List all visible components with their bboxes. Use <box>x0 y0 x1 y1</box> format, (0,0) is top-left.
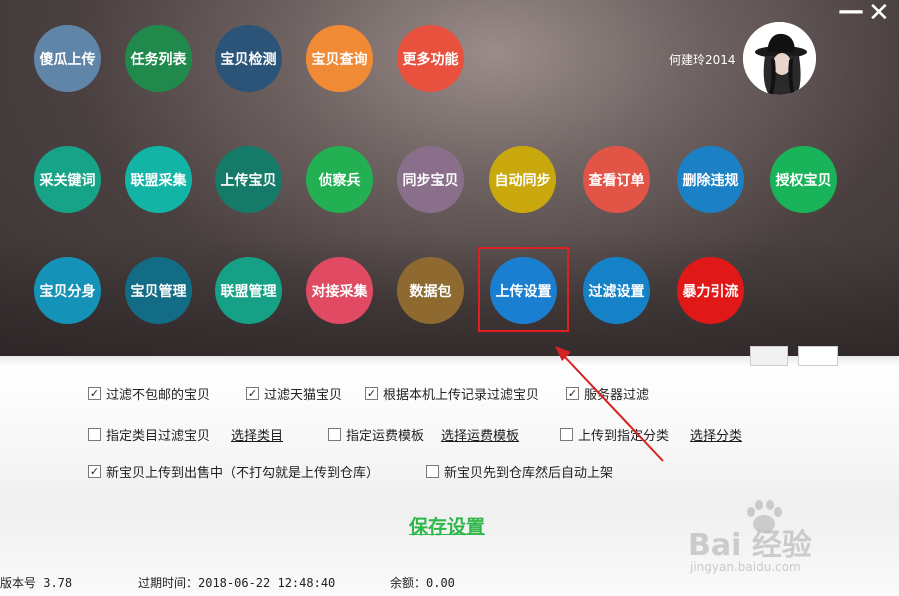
upload-to-category-option[interactable]: 上传到指定分类 <box>560 425 669 444</box>
partial-field[interactable] <box>750 346 788 366</box>
select-category-2-link[interactable]: 选择分类 <box>690 425 742 444</box>
version-label: 版本号 3.78 <box>0 576 73 590</box>
checkbox[interactable] <box>88 428 101 441</box>
upload-on-sale-option[interactable]: 新宝贝上传到出售中（不打勾就是上传到仓库） <box>88 462 379 481</box>
task-list-button[interactable]: 任务列表 <box>125 25 192 92</box>
filter-local-record-option[interactable]: 根据本机上传记录过滤宝贝 <box>365 384 539 403</box>
more-functions-button[interactable]: 更多功能 <box>397 25 464 92</box>
shagua-upload-button[interactable]: 傻瓜上传 <box>34 25 101 92</box>
item-detect-button[interactable]: 宝贝检测 <box>215 25 282 92</box>
alliance-collect-button[interactable]: 联盟采集 <box>125 146 192 213</box>
upload-item-button[interactable]: 上传宝贝 <box>215 146 282 213</box>
filter-category-option[interactable]: 指定类目过滤宝贝 <box>88 425 210 444</box>
minimize-icon[interactable]: — <box>838 0 864 24</box>
checkbox[interactable] <box>560 428 573 441</box>
avatar-image <box>743 22 816 95</box>
save-settings-button[interactable]: 保存设置 <box>409 512 485 539</box>
checkbox[interactable] <box>426 465 439 478</box>
warehouse-auto-list-option[interactable]: 新宝贝先到仓库然后自动上架 <box>426 462 613 481</box>
alliance-manage-button[interactable]: 联盟管理 <box>215 257 282 324</box>
select-shipping-template-link[interactable]: 选择运费模板 <box>441 425 519 444</box>
auto-sync-button[interactable]: 自动同步 <box>489 146 556 213</box>
sync-item-button[interactable]: 同步宝贝 <box>397 146 464 213</box>
server-filter-option[interactable]: 服务器过滤 <box>566 384 649 403</box>
close-icon[interactable]: ✕ <box>868 0 890 26</box>
filter-no-free-shipping-option[interactable]: 过滤不包邮的宝贝 <box>88 384 210 403</box>
authorize-item-button[interactable]: 授权宝贝 <box>770 146 837 213</box>
filter-tmall-option[interactable]: 过滤天猫宝贝 <box>246 384 342 403</box>
select-category-link[interactable]: 选择类目 <box>231 425 283 444</box>
checkbox[interactable] <box>566 387 579 400</box>
checkbox[interactable] <box>88 387 101 400</box>
collect-keywords-button[interactable]: 采关键词 <box>34 146 101 213</box>
upload-settings-button[interactable]: 上传设置 <box>490 257 557 324</box>
item-split-button[interactable]: 宝贝分身 <box>34 257 101 324</box>
checkbox[interactable] <box>365 387 378 400</box>
avatar[interactable] <box>743 22 816 95</box>
traffic-boost-button[interactable]: 暴力引流 <box>677 257 744 324</box>
checkbox[interactable] <box>88 465 101 478</box>
expire-label: 过期时间：2018-06-22 12:48:40 <box>138 576 336 590</box>
filter-settings-button[interactable]: 过滤设置 <box>583 257 650 324</box>
data-pack-button[interactable]: 数据包 <box>397 257 464 324</box>
item-manage-button[interactable]: 宝贝管理 <box>125 257 192 324</box>
shipping-template-option[interactable]: 指定运费模板 <box>328 425 424 444</box>
checkbox[interactable] <box>328 428 341 441</box>
username: 何建玲2014 <box>669 53 736 67</box>
checkbox[interactable] <box>246 387 259 400</box>
scout-button[interactable]: 侦察兵 <box>306 146 373 213</box>
item-query-button[interactable]: 宝贝查询 <box>306 25 373 92</box>
partial-field-2[interactable] <box>798 346 838 366</box>
delete-violation-button[interactable]: 删除违规 <box>677 146 744 213</box>
balance-label: 余额：0.00 <box>390 576 455 590</box>
dock-collect-button[interactable]: 对接采集 <box>306 257 373 324</box>
view-order-button[interactable]: 查看订单 <box>583 146 650 213</box>
